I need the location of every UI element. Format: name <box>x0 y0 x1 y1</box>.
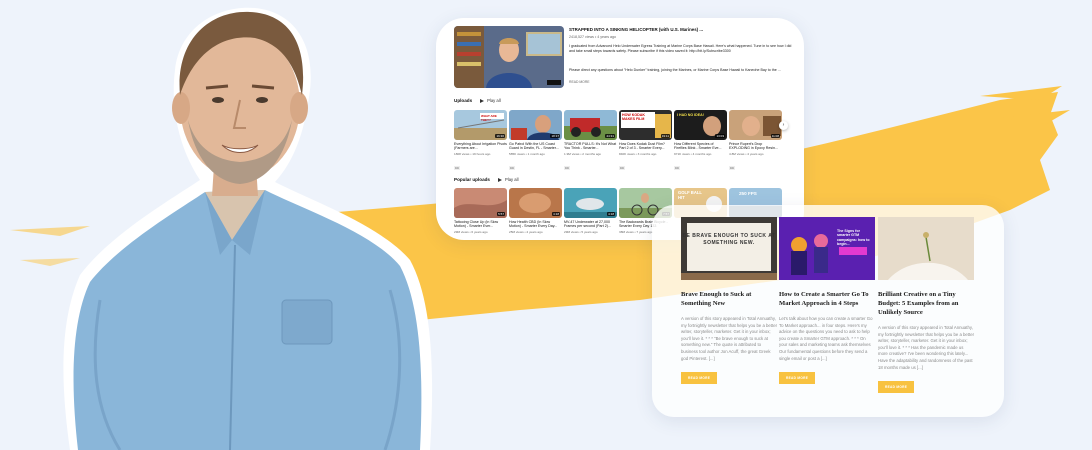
popular-heading: Popular uploads <box>454 177 490 182</box>
blog-post-title[interactable]: Brilliant Creative on a Tiny Budget: 5 E… <box>878 290 974 317</box>
video-duration: 5:57 <box>497 212 505 216</box>
cc-badge: CC <box>619 166 626 170</box>
uploads-row: WHAT ARE THEY? 16:30 Everything About Ir… <box>454 110 782 174</box>
featured-video-description: I graduated from Advanced Helo Underwate… <box>569 44 792 53</box>
thumbnail-caption: 250 FPS <box>739 191 757 196</box>
read-more-button[interactable]: READ MORE <box>779 372 816 385</box>
play-icon <box>498 177 502 182</box>
featured-video-meta: 2418,527 views • 4 years ago <box>569 35 617 39</box>
video-meta: 29M views • 5 years ago <box>564 230 598 234</box>
video-thumbnail[interactable]: 5:57 <box>454 188 507 218</box>
video-title[interactable]: TRACTOR PULLS: It's Not What You Think -… <box>564 142 617 151</box>
featured-video-description-2: Please direct any questions about "Helo … <box>569 68 781 72</box>
blog-post-card: BE BRAVE ENOUGH TO SUCK AT SOMETHING NEW… <box>681 217 778 385</box>
video-duration: 4:18 <box>552 212 560 216</box>
cc-badge: CC <box>674 166 681 170</box>
thumbnail-caption: WHAT ARE THEY? <box>481 114 497 122</box>
thumbnail-caption: HOW KODAK MAKES FILM <box>622 113 645 121</box>
video-card[interactable]: 11:08 Prince Rupert's Drop EXPLODING in … <box>729 110 782 174</box>
featured-video-title[interactable]: STRAPPED INTO A SINKING HELICOPTER (with… <box>569 27 794 32</box>
uploads-heading: Uploads <box>454 98 473 103</box>
hero-stage: STRAPPED INTO A SINKING HELICOPTER (with… <box>0 0 1092 450</box>
popular-play-all-button[interactable]: Play all <box>498 177 519 182</box>
video-meta: 840K views • 3 months ago <box>619 152 657 156</box>
read-more-button[interactable]: READ MORE <box>681 372 718 385</box>
chevron-right-icon: › <box>782 122 785 128</box>
video-meta: 25M views • 4 years ago <box>509 230 543 234</box>
video-duration: 13:03 <box>715 134 725 138</box>
promo-text: The Signs for smarter GTM campaigns: how… <box>837 229 870 247</box>
carousel-next-button[interactable]: › <box>779 121 788 130</box>
video-meta: 971K views • 4 months ago <box>674 152 712 156</box>
cc-badge: CC <box>564 166 571 170</box>
video-thumbnail[interactable]: HOW KODAK MAKES FILM 19:11 <box>619 110 672 140</box>
video-thumbnail[interactable]: 4:18 <box>509 188 562 218</box>
video-duration: 4:18 <box>607 212 615 216</box>
video-thumbnail[interactable]: WHAT ARE THEY? 16:30 <box>454 110 507 140</box>
read-more-button[interactable]: READ MORE <box>878 381 915 394</box>
video-title[interactable]: Prince Rupert's Drop EXPLODING in Epoxy … <box>729 142 782 151</box>
cc-badge: CC <box>454 166 461 170</box>
uploads-section-header: Uploads Play all <box>454 98 501 103</box>
blog-posts-screenshot: BE BRAVE ENOUGH TO SUCK AT SOMETHING NEW… <box>652 205 1004 417</box>
video-thumbnail[interactable]: 24:31 <box>564 110 617 140</box>
video-title[interactable]: Go Patrol With the US Coast Guard in Des… <box>509 142 562 151</box>
blog-post-excerpt: Let's talk about how you can create a sm… <box>779 316 873 361</box>
blog-post-image[interactable]: The Signs for smarter GTM campaigns: how… <box>779 217 875 280</box>
man-in-blue-shirt-photo <box>63 7 433 450</box>
video-duration: 24:31 <box>605 134 615 138</box>
letterboard-text: BE BRAVE ENOUGH TO SUCK AT SOMETHING NEW… <box>682 233 776 246</box>
video-meta: 29M views • 6 years ago <box>454 230 488 234</box>
video-duration: 11:08 <box>770 134 780 138</box>
video-thumbnail[interactable]: 11:08 <box>729 110 782 140</box>
featured-video-thumbnail[interactable] <box>454 26 564 88</box>
video-thumbnail[interactable]: 4:18 <box>564 188 617 218</box>
play-all-label: Play all <box>487 98 501 103</box>
video-title[interactable]: Everything About Irrigation Pivots (Farm… <box>454 142 507 151</box>
thumbnail-caption: GOLF BALL HIT <box>678 190 702 200</box>
video-meta: 585K views • 1 month ago <box>509 152 545 156</box>
video-title[interactable]: How Different Species of Fireflies Blink… <box>674 142 727 151</box>
play-all-label: Play all <box>505 177 519 182</box>
video-title[interactable]: MV-47 Underwater at 27,000 Frames per se… <box>564 220 617 229</box>
video-card[interactable]: 4:18 MV-47 Underwater at 27,000 Frames p… <box>564 188 617 234</box>
video-thumbnail[interactable]: 18:17 <box>509 110 562 140</box>
video-card[interactable]: 24:31 TRACTOR PULLS: It's Not What You T… <box>564 110 617 174</box>
video-card[interactable]: 18:17 Go Patrol With the US Coast Guard … <box>509 110 562 174</box>
thumbnail-caption: I HAD NO IDEA! <box>677 113 704 117</box>
video-title[interactable]: How Does Kodak Dust Film? Part 2 of 3 - … <box>619 142 672 151</box>
read-more-link[interactable]: READ MORE <box>569 80 590 84</box>
video-card[interactable]: 5:57 Tattooing Close Up (in Slow Motion)… <box>454 188 507 234</box>
video-meta: 1.9M views • 2 months ago <box>564 152 602 156</box>
video-card[interactable]: 4:18 How Health CBD (In Slow Motion) - S… <box>509 188 562 234</box>
video-card[interactable]: WHAT ARE THEY? 16:30 Everything About Ir… <box>454 110 507 174</box>
video-duration: 16:30 <box>495 134 505 138</box>
blog-post-card: The Signs for smarter GTM campaigns: how… <box>779 217 875 385</box>
blog-post-excerpt: A version of this story appeared in Tota… <box>878 325 975 370</box>
video-duration: 19:11 <box>660 134 670 138</box>
video-card[interactable]: I HAD NO IDEA! 13:03 How Different Speci… <box>674 110 727 174</box>
video-meta: 4.8M views • 4 years ago <box>729 152 764 156</box>
cc-badge: CC <box>509 166 516 170</box>
video-duration: 18:17 <box>550 134 560 138</box>
blog-post-card: Brilliant Creative on a Tiny Budget: 5 E… <box>878 217 975 394</box>
video-title[interactable]: Tattooing Close Up (in Slow Motion) - Sm… <box>454 220 507 229</box>
uploads-play-all-button[interactable]: Play all <box>480 98 501 103</box>
blog-post-excerpt: A version of this story appeared in Tota… <box>681 316 778 361</box>
blog-post-image[interactable] <box>878 217 974 280</box>
popular-section-header: Popular uploads Play all <box>454 177 519 182</box>
cc-badge: CC <box>729 166 736 170</box>
video-card[interactable]: HOW KODAK MAKES FILM 19:11 How Does Koda… <box>619 110 672 174</box>
video-thumbnail[interactable]: I HAD NO IDEA! 13:03 <box>674 110 727 140</box>
blog-post-title[interactable]: How to Create a Smarter Go To Market App… <box>779 290 875 308</box>
play-icon <box>480 98 485 103</box>
video-title[interactable]: How Health CBD (In Slow Motion) - Smarte… <box>509 220 562 229</box>
video-meta: 1808 views • 19 hours ago <box>454 152 491 156</box>
blog-post-image[interactable]: BE BRAVE ENOUGH TO SUCK AT SOMETHING NEW… <box>681 217 777 280</box>
blog-post-title[interactable]: Brave Enough to Suck at Something New <box>681 290 777 308</box>
